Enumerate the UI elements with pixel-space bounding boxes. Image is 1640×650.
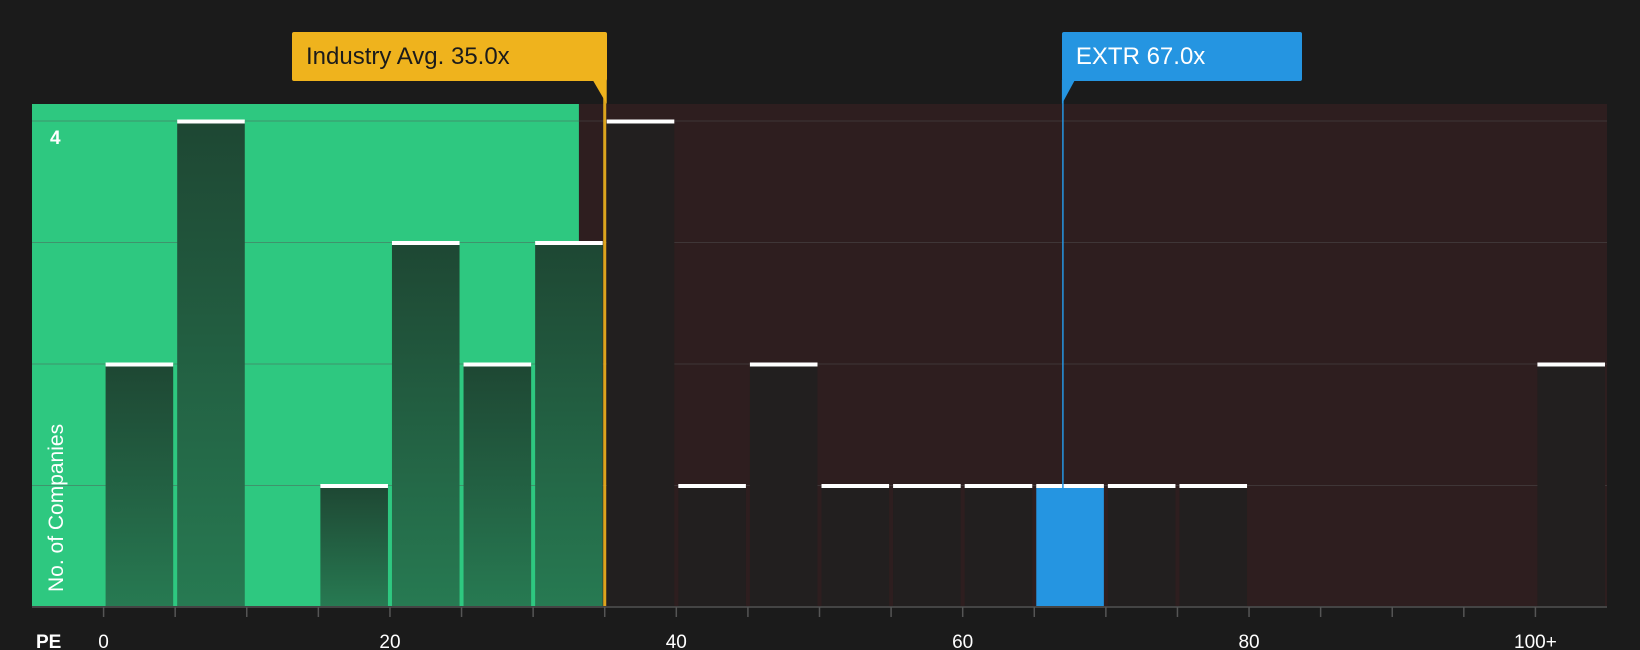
bar-cap	[1107, 484, 1176, 488]
bar	[320, 485, 388, 607]
bar-cap	[1036, 484, 1104, 488]
company-callout-pointer	[1061, 80, 1075, 104]
bar-cap	[391, 241, 460, 245]
bar	[1537, 364, 1605, 607]
bar-cap	[535, 241, 603, 245]
x-tick-label: 20	[379, 632, 400, 650]
bar-cap	[893, 484, 961, 488]
x-axis-label: PE	[36, 632, 61, 650]
x-tick-label: 0	[98, 632, 109, 650]
x-tick-label: 60	[952, 632, 973, 650]
bar-cap	[1537, 362, 1605, 367]
bar-cap	[678, 484, 746, 488]
bar	[893, 485, 961, 607]
bar-cap	[964, 484, 1033, 488]
bar	[1107, 485, 1176, 607]
bar-cap	[749, 362, 818, 367]
bar-cap	[320, 484, 388, 488]
bar-cap	[105, 362, 174, 367]
bar-cap	[606, 119, 675, 124]
x-tick-label: 80	[1238, 632, 1259, 650]
highlighted-bar	[1036, 485, 1104, 607]
bar	[105, 364, 174, 607]
bar	[678, 485, 746, 607]
company-pe-callout: EXTR 67.0x	[1061, 32, 1302, 81]
bar-cap	[821, 484, 890, 488]
bar-cap	[177, 119, 245, 124]
y-axis-label: No. of Companies	[45, 424, 68, 592]
bar	[463, 364, 532, 607]
y-tick-label: 4	[50, 128, 61, 149]
industry-callout-pointer	[592, 80, 607, 104]
bar	[964, 485, 1033, 607]
x-tick-label: 40	[666, 632, 687, 650]
bar	[1179, 485, 1248, 607]
x-tick-label: 100+	[1514, 632, 1557, 650]
bar-cap	[1179, 484, 1248, 488]
bar	[606, 121, 675, 607]
bar	[749, 364, 818, 607]
bar	[391, 242, 460, 607]
bar	[535, 242, 603, 607]
histogram-svg: 0 20 40 60 80 100+ PE 4 No. of Companies	[32, 78, 1607, 650]
bar	[177, 121, 245, 607]
bar-cap	[463, 362, 532, 367]
pe-distribution-chart: 0 20 40 60 80 100+ PE 4 No. of Companies Industr…	[0, 0, 1640, 650]
bar	[821, 485, 890, 607]
industry-average-callout: Industry Avg. 35.0x	[292, 32, 607, 81]
